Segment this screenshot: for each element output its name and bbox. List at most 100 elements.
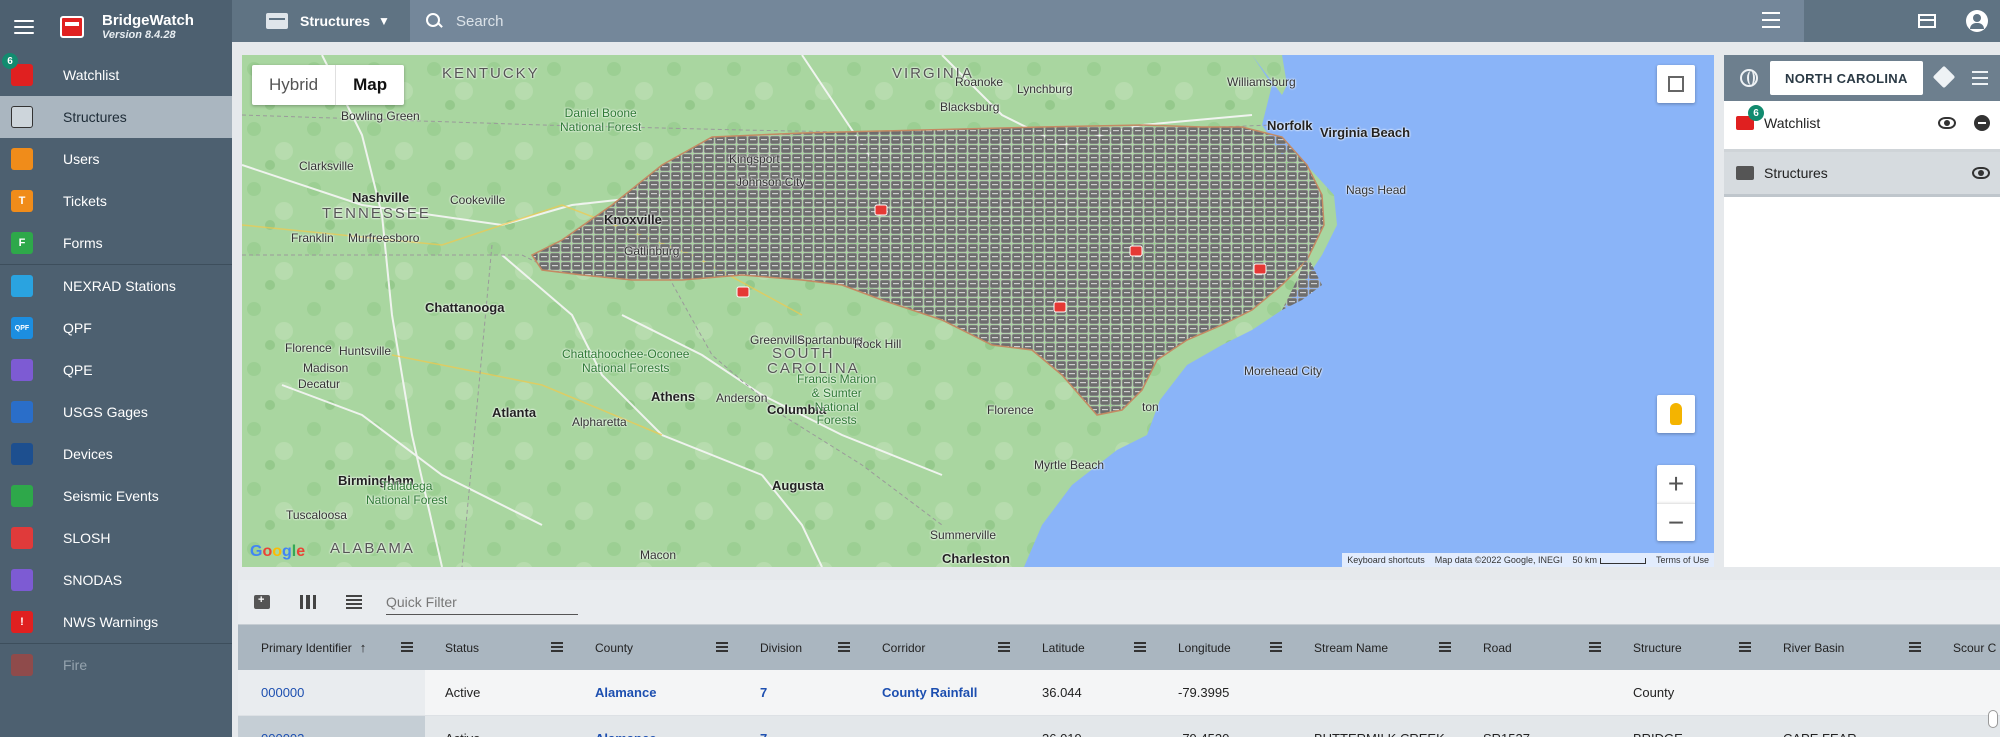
column-header-stream-name[interactable]: Stream Name	[1294, 625, 1463, 670]
sidebar-item-users[interactable]: Users	[0, 138, 232, 180]
column-header-label: Road	[1483, 640, 1512, 655]
layer-structures[interactable]: Structures	[1724, 149, 2000, 197]
google-logo-letter: o	[262, 543, 273, 560]
table-cell-division[interactable]: 7	[740, 670, 862, 715]
sidebar-nav: 6 Watchlist Structures Users T Tickets F Forms N…	[0, 53, 232, 686]
map-label-town: Florence	[987, 403, 1034, 417]
table-cell-corridor[interactable]: County Rainfall	[862, 670, 1022, 715]
column-menu-icon[interactable]	[401, 642, 413, 652]
map-label-forest: Talladega National Forest	[366, 479, 448, 507]
column-menu-icon[interactable]	[838, 642, 850, 652]
hybrid-button[interactable]: Hybrid	[252, 65, 335, 105]
column-header-division[interactable]: Division	[740, 625, 862, 670]
map-label-city: Athens	[651, 389, 696, 404]
column-menu-icon[interactable]	[551, 642, 563, 652]
table-cell-division[interactable]: 7	[740, 716, 862, 737]
column-header-scour-c[interactable]: Scour C	[1933, 625, 2000, 670]
hamburger-menu-icon[interactable]	[14, 20, 34, 34]
column-menu-icon[interactable]	[1270, 642, 1282, 652]
sidebar-item-usgs-gages[interactable]: USGS Gages	[0, 391, 232, 433]
column-menu-icon[interactable]	[1909, 642, 1921, 652]
sidebar-item-nws-warnings[interactable]: ! NWS Warnings	[0, 601, 232, 643]
sidebar-item-qpe[interactable]: QPE	[0, 349, 232, 391]
sidebar-item-snodas[interactable]: SNODAS	[0, 559, 232, 601]
row-density-icon[interactable]	[346, 595, 362, 609]
visibility-eye-icon[interactable]	[1938, 117, 1956, 129]
menu-open-icon[interactable]	[1972, 71, 1988, 85]
table-cell-primary-identifier[interactable]: 000002	[238, 716, 425, 737]
column-header-county[interactable]: County	[575, 625, 740, 670]
column-menu-icon[interactable]	[716, 642, 728, 652]
column-header-road[interactable]: Road	[1463, 625, 1613, 670]
zoom-out-button[interactable]: −	[1657, 503, 1695, 541]
column-header-structure[interactable]: Structure	[1613, 625, 1763, 670]
columns-icon[interactable]	[300, 595, 316, 609]
map-label-town: Gatlinburg	[624, 244, 680, 258]
sidebar-item-tickets[interactable]: T Tickets	[0, 180, 232, 222]
sidebar-item-devices[interactable]: Devices	[0, 433, 232, 475]
column-header-primary-identifier[interactable]: Primary Identifier ↑	[238, 625, 425, 670]
column-header-status[interactable]: Status	[425, 625, 575, 670]
add-structure-icon[interactable]	[254, 594, 270, 609]
table-cell-corridor[interactable]	[862, 716, 1022, 737]
fire-icon	[11, 654, 33, 676]
map-label-town: Huntsville	[339, 344, 392, 358]
map-button[interactable]: Map	[335, 65, 404, 105]
structures-icon	[11, 106, 33, 128]
sidebar-item-seismic-events[interactable]: Seismic Events	[0, 475, 232, 517]
table-cell-county[interactable]: Alamance	[575, 716, 740, 737]
region-button[interactable]: NORTH CAROLINA	[1770, 61, 1923, 95]
layer-watchlist[interactable]: 6 Watchlist	[1724, 101, 2000, 145]
view-selector[interactable]: Structures ▼	[232, 13, 410, 29]
column-header-river-basin[interactable]: River Basin	[1763, 625, 1933, 670]
account-icon[interactable]	[1966, 10, 1988, 32]
sidebar-item-structures[interactable]: Structures	[0, 96, 232, 138]
table-row[interactable]: 000000 Active Alamance 7 County Rainfall 36.0…	[238, 670, 2000, 716]
terms-of-use-link[interactable]: Terms of Use	[1651, 555, 1714, 565]
sidebar-item-label: SLOSH	[63, 530, 111, 546]
filter-settings-icon[interactable]	[1762, 12, 1780, 28]
horizontal-scrollbar[interactable]	[1988, 710, 1998, 728]
table-cell-status: Active	[445, 685, 481, 700]
map-label-town: Williamsburg	[1227, 75, 1296, 89]
sidebar: BridgeWatch Version 8.4.28 6 Watchlist Str…	[0, 0, 232, 737]
sidebar-item-label: Seismic Events	[63, 488, 159, 504]
column-header-corridor[interactable]: Corridor	[862, 625, 1022, 670]
column-menu-icon[interactable]	[1739, 642, 1751, 652]
sidebar-item-qpf[interactable]: QPF QPF	[0, 307, 232, 349]
globe-icon[interactable]	[1740, 69, 1758, 87]
sidebar-item-fire[interactable]: Fire	[0, 644, 232, 686]
column-menu-icon[interactable]	[998, 642, 1010, 652]
table-cell-county[interactable]: Alamance	[575, 670, 740, 715]
sort-ascending-icon[interactable]: ↑	[360, 640, 367, 655]
fullscreen-button[interactable]	[1657, 65, 1695, 103]
keyboard-shortcuts-link[interactable]: Keyboard shortcuts	[1342, 555, 1430, 565]
column-header-longitude[interactable]: Longitude	[1158, 625, 1294, 670]
zoom-in-button[interactable]: +	[1657, 465, 1695, 503]
search-input[interactable]	[456, 6, 1736, 36]
remove-layer-icon[interactable]	[1974, 115, 1990, 131]
table-row[interactable]: 000002ActiveAlamance7 36.019-79.4530BUTTE…	[238, 716, 2000, 737]
map-view[interactable]: KENTUCKY VIRGINIA TENNESSEE SOUTH CAROLINA AL…	[242, 55, 1714, 567]
google-logo-letter: G	[250, 543, 263, 560]
column-menu-icon[interactable]	[1439, 642, 1451, 652]
sidebar-item-watchlist[interactable]: 6 Watchlist	[0, 53, 232, 96]
visibility-eye-icon[interactable]	[1972, 167, 1990, 179]
column-header-latitude[interactable]: Latitude	[1022, 625, 1158, 670]
sidebar-item-slosh[interactable]: SLOSH	[0, 517, 232, 559]
directions-icon[interactable]	[1932, 65, 1956, 89]
column-menu-icon[interactable]	[1589, 642, 1601, 652]
user-icon	[11, 148, 33, 170]
table-cell-status: Active	[425, 716, 575, 737]
panel-toggle-icon[interactable]	[1918, 14, 1936, 28]
sidebar-item-forms[interactable]: F Forms	[0, 222, 232, 264]
table-cell-primary-identifier[interactable]: 000000	[238, 670, 425, 715]
column-header-label: Longitude	[1178, 640, 1231, 655]
column-menu-icon[interactable]	[1134, 642, 1146, 652]
quick-filter-input[interactable]	[386, 589, 578, 615]
map-label-forest: Chattahoochee-Oconee National Forests	[562, 347, 690, 375]
grid-header: Primary Identifier ↑ Status County Division C…	[238, 624, 2000, 670]
street-view-pegman[interactable]	[1657, 395, 1695, 433]
google-logo-letter: o	[272, 543, 283, 560]
sidebar-item-nexrad-stations[interactable]: NEXRAD Stations	[0, 265, 232, 307]
